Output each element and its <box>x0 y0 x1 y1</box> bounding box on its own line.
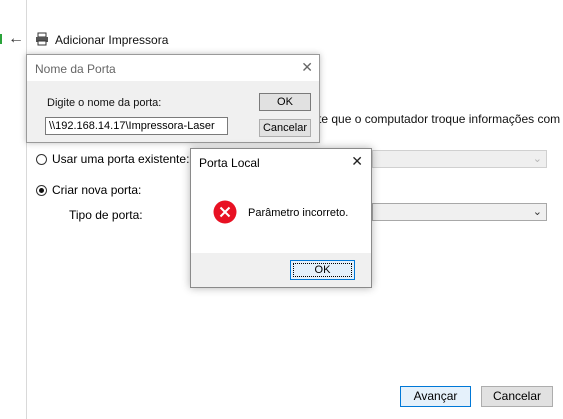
printer-icon <box>35 32 49 46</box>
close-icon[interactable]: ✕ <box>301 59 313 76</box>
error-message: Parâmetro incorreto. <box>248 207 349 219</box>
port-name-dialog-title: Nome da Porta <box>35 62 116 76</box>
local-port-error-dialog: Porta Local ✕ Parâmetro incorreto. OK <box>190 148 372 288</box>
use-existing-port-label: Usar uma porta existente: <box>52 152 190 166</box>
use-existing-port-option[interactable]: Usar uma porta existente: <box>36 152 189 166</box>
local-port-dialog-title: Porta Local <box>199 156 260 170</box>
local-port-dialog-footer: OK <box>191 253 371 287</box>
page-root: ✕ ← Adicionar Impressora te que o comput… <box>0 0 563 419</box>
background-accent-mark <box>0 34 2 44</box>
close-icon[interactable]: ✕ <box>351 153 363 170</box>
back-arrow-icon[interactable]: ← <box>8 31 24 47</box>
local-port-ok-button[interactable]: OK <box>290 260 355 280</box>
create-new-port-option[interactable]: Criar nova porta: <box>36 183 141 197</box>
port-name-cancel-button[interactable]: Cancelar <box>259 119 311 137</box>
port-name-input[interactable]: \\192.168.14.17\Impressora-Laser <box>45 117 228 135</box>
chevron-down-icon: ⌄ <box>532 206 542 218</box>
wizard-title: Adicionar Impressora <box>55 33 169 47</box>
port-type-label: Tipo de porta: <box>69 208 143 222</box>
use-existing-port-radio[interactable] <box>36 153 47 165</box>
cancel-button[interactable]: Cancelar <box>481 386 553 407</box>
create-new-port-radio[interactable] <box>36 184 47 196</box>
error-icon <box>213 200 237 224</box>
port-name-ok-button[interactable]: OK <box>259 93 311 111</box>
existing-port-select[interactable]: ⌄ <box>372 150 547 168</box>
chevron-down-icon: ⌄ <box>532 153 542 165</box>
port-name-dialog-titlebar[interactable]: Nome da Porta ✕ <box>27 55 319 81</box>
local-port-dialog-titlebar[interactable]: Porta Local ✕ <box>191 149 371 175</box>
port-type-select[interactable]: ⌄ <box>372 203 547 221</box>
port-name-dialog: Nome da Porta ✕ Digite o nome da porta: … <box>26 54 320 143</box>
next-button[interactable]: Avançar <box>400 386 471 407</box>
create-new-port-label: Criar nova porta: <box>52 183 142 197</box>
port-name-prompt: Digite o nome da porta: <box>47 97 162 109</box>
background-strip <box>0 0 26 419</box>
port-name-dialog-body: Digite o nome da porta: \\192.168.14.17\… <box>27 81 319 142</box>
wizard-description-fragment: te que o computador troque informações c… <box>318 112 561 126</box>
